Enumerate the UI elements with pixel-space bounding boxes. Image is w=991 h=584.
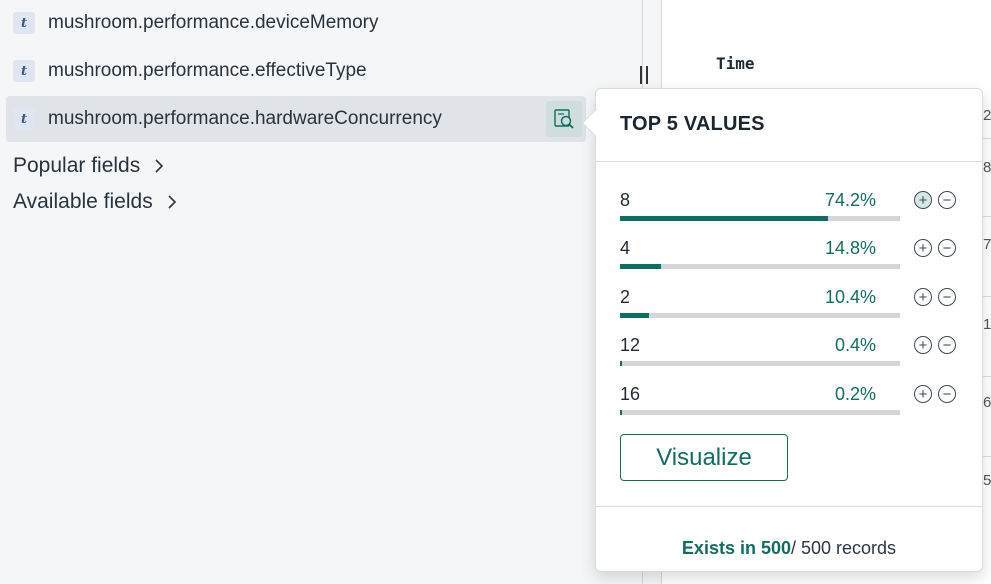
available-fields-toggle[interactable]: Available fields [13, 190, 177, 214]
popular-fields-toggle[interactable]: Popular fields [13, 154, 164, 178]
time-column-header[interactable]: Time [716, 54, 755, 73]
popover-footer: Exists in 500 / 500 records [596, 524, 982, 572]
top-values-popover: TOP 5 VALUES 8 74.2% + − 4 14.8% + − 2 1… [581, 88, 983, 572]
popover-divider [596, 506, 982, 507]
field-item-effective-type[interactable]: t mushroom.performance.effectiveType [6, 48, 586, 94]
value-percent: 0.4% [834, 335, 876, 355]
plus-circle-icon[interactable]: + [914, 336, 932, 354]
row-edge-cell: 5 [983, 472, 991, 489]
popover-divider [596, 161, 982, 162]
value-percent: 0.2% [834, 384, 876, 404]
minus-circle-icon[interactable]: − [938, 191, 956, 209]
plus-circle-icon[interactable]: + [914, 288, 932, 306]
row-edge-cell: 8 [983, 159, 991, 176]
value-label: 12 [620, 335, 641, 355]
minus-circle-icon[interactable]: − [938, 239, 956, 257]
row-edge-cell: 1 [983, 316, 991, 333]
resize-handle-icon[interactable] [640, 66, 648, 84]
row-edge-cell: 7 [983, 236, 991, 253]
field-name: mushroom.performance.hardwareConcurrency [48, 108, 442, 129]
field-item-hardware-concurrency[interactable]: t mushroom.performance.hardwareConcurren… [6, 96, 586, 142]
text-type-icon: t [13, 12, 35, 34]
value-percent: 14.8% [824, 238, 876, 258]
value-bar-fill [620, 410, 622, 415]
row-edge-cell: 2 [983, 107, 991, 124]
value-bar [620, 410, 900, 415]
plus-circle-icon[interactable]: + [914, 385, 932, 403]
value-label: 8 [620, 190, 631, 210]
field-name: mushroom.performance.deviceMemory [48, 12, 379, 33]
plus-circle-icon[interactable]: + [914, 239, 932, 257]
show-details-button[interactable] [546, 101, 582, 137]
popover-title: TOP 5 VALUES [620, 113, 765, 135]
value-bar [620, 216, 900, 221]
value-percent: 10.4% [824, 287, 876, 307]
field-name: mushroom.performance.effectiveType [48, 60, 367, 81]
value-bar-fill [620, 216, 828, 221]
value-row: 4 14.8% + − [620, 238, 960, 278]
value-row: 12 0.4% + − [620, 335, 960, 375]
plus-circle-icon[interactable]: + [914, 191, 932, 209]
value-label: 4 [620, 238, 631, 258]
value-row: 8 74.2% + − [620, 190, 960, 230]
exists-count: Exists in 500 [681, 537, 791, 558]
chevron-right-icon [167, 194, 177, 210]
inspect-magnifier-icon [554, 109, 574, 129]
value-bar [620, 313, 900, 318]
value-label: 2 [620, 287, 631, 307]
minus-circle-icon[interactable]: − [938, 288, 956, 306]
minus-circle-icon[interactable]: − [938, 385, 956, 403]
value-row: 2 10.4% + − [620, 287, 960, 327]
minus-circle-icon[interactable]: − [938, 336, 956, 354]
chevron-right-icon [154, 158, 164, 174]
field-item-device-memory[interactable]: t mushroom.performance.deviceMemory [6, 0, 586, 46]
value-bar-fill [620, 361, 622, 366]
records-total: / 500 records [791, 537, 897, 558]
value-bar-fill [620, 313, 650, 318]
value-label: 16 [620, 384, 641, 404]
section-label: Available fields [13, 190, 153, 213]
value-bar [620, 264, 900, 269]
section-label: Popular fields [13, 154, 141, 177]
text-type-icon: t [13, 108, 35, 130]
value-percent: 74.2% [824, 190, 876, 210]
value-bar [620, 361, 900, 366]
visualize-button[interactable]: Visualize [620, 434, 788, 481]
value-bar-fill [620, 264, 662, 269]
value-row: 16 0.2% + − [620, 384, 960, 424]
text-type-icon: t [13, 60, 35, 82]
field-list-sidebar: t mushroom.performance.deviceMemory t mu… [0, 0, 642, 584]
row-edge-cell: 6 [983, 394, 991, 411]
